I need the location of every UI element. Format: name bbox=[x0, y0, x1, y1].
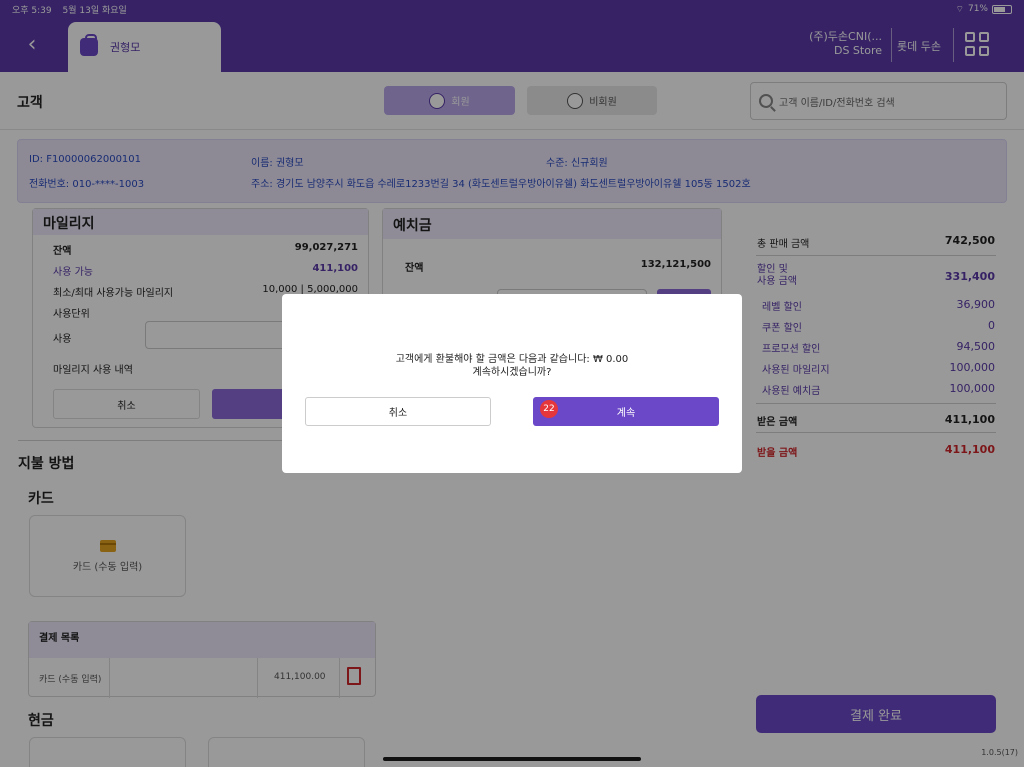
dialog-continue-button[interactable]: 계속 bbox=[533, 397, 719, 426]
dialog-cancel-button[interactable]: 취소 bbox=[305, 397, 491, 426]
step-badge: 22 bbox=[540, 400, 558, 418]
refund-confirm-dialog: 고객에게 환불해야 할 금액은 다음과 같습니다: ₩ 0.00 계속하시겠습니… bbox=[282, 294, 742, 473]
dialog-message-line2: 계속하시겠습니까? bbox=[472, 367, 552, 378]
home-indicator bbox=[383, 757, 641, 761]
app-version: 1.0.5(17) bbox=[981, 748, 1018, 757]
